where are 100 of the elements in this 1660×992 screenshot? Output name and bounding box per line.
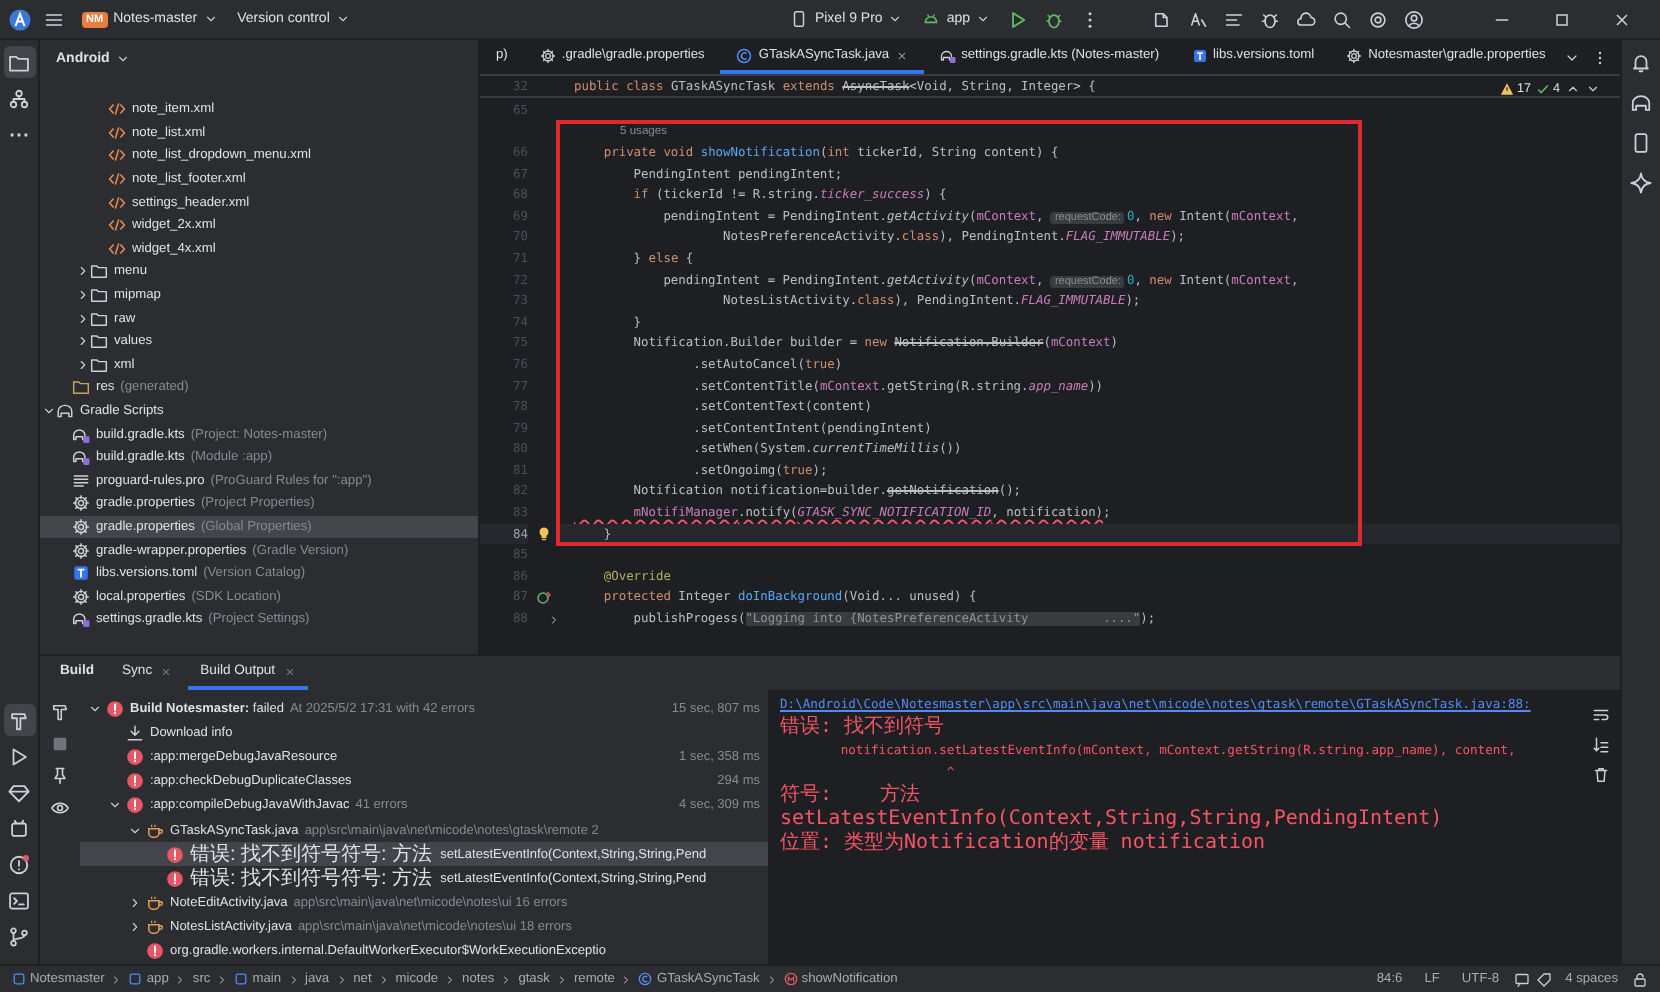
- chevron-down-icon[interactable]: [128, 823, 142, 838]
- method-icon: [783, 972, 798, 986]
- structure-icon: [8, 87, 30, 109]
- tool-window-button[interactable]: [3, 46, 35, 78]
- chevron-right-icon[interactable]: [75, 357, 89, 372]
- lock-icon[interactable]: [1632, 971, 1648, 987]
- bell-icon[interactable]: [1630, 52, 1652, 74]
- elephant-icon: [72, 425, 90, 444]
- code-tag-icon: [108, 146, 126, 165]
- pin-icon[interactable]: [50, 766, 70, 786]
- module-icon: [12, 972, 26, 986]
- cup-icon: [146, 918, 164, 937]
- chevron-right-icon[interactable]: [128, 896, 142, 911]
- branch-icon: [8, 925, 30, 947]
- search-icon[interactable]: [1332, 9, 1352, 29]
- chevron-right-icon[interactable]: [128, 920, 142, 935]
- android-icon: [922, 10, 941, 28]
- comment-icon[interactable]: [1513, 971, 1530, 987]
- list-icon[interactable]: [1224, 9, 1244, 29]
- cup-icon: [146, 821, 164, 840]
- cloud-icon[interactable]: [1296, 9, 1316, 29]
- warning-icon: [1500, 82, 1515, 96]
- caret-icon: [203, 12, 218, 26]
- chevron-down-icon[interactable]: [88, 701, 102, 716]
- text-file-icon: [72, 471, 90, 490]
- override-icon: [536, 589, 552, 606]
- phone-icon: [790, 10, 809, 28]
- error-message: 错误: 找不到符号: [780, 713, 945, 740]
- gear-icon: [72, 541, 90, 560]
- hammer-icon[interactable]: [50, 702, 70, 722]
- code-tag-icon: [108, 239, 126, 258]
- error-icon: [146, 942, 164, 961]
- error-icon: [126, 747, 144, 766]
- scroll-end-icon[interactable]: [1591, 736, 1609, 754]
- code-tag-icon: [108, 123, 126, 142]
- tool-window-button[interactable]: [3, 704, 35, 736]
- chevron-right-icon: [765, 973, 778, 985]
- arrow-down-icon: [1586, 82, 1600, 96]
- module-icon: [234, 972, 249, 986]
- chevron-right-icon: [110, 973, 123, 985]
- folder-icon: [8, 51, 30, 73]
- menu-icon[interactable]: [44, 9, 64, 29]
- caret-icon: [976, 12, 990, 26]
- chevron-right-icon[interactable]: [75, 311, 89, 326]
- chevron-right-icon[interactable]: [548, 613, 560, 626]
- cup-icon: [146, 894, 164, 913]
- tag-icon[interactable]: [1535, 971, 1552, 987]
- module-icon: [128, 972, 143, 986]
- caret-icon: [335, 12, 350, 26]
- phone-icon[interactable]: [1630, 132, 1652, 154]
- trash-icon[interactable]: [1591, 766, 1609, 784]
- close-icon[interactable]: [895, 49, 908, 61]
- console-line: 位置: 类型为Notification的变量 notification: [780, 832, 1268, 856]
- chevron-right-icon: [174, 973, 187, 985]
- gear-icon: [72, 517, 90, 536]
- app-logo-icon: [8, 7, 32, 31]
- chevron-right-icon: [335, 973, 348, 985]
- catalog-icon: [1191, 47, 1208, 63]
- chevron-down-icon[interactable]: [108, 798, 122, 813]
- chevron-right-icon[interactable]: [75, 264, 89, 279]
- code-tag-icon: [108, 216, 126, 235]
- chevron-right-icon: [444, 973, 457, 985]
- alert-icon: [8, 853, 30, 875]
- code-tag-icon: [108, 170, 126, 189]
- elephant-icon: [939, 47, 956, 63]
- settings-icon[interactable]: [1368, 9, 1388, 29]
- chevron-right-icon[interactable]: [75, 334, 89, 349]
- caret-icon: [888, 12, 903, 26]
- class-icon: [638, 972, 653, 986]
- class-icon: [736, 47, 753, 63]
- account-icon[interactable]: [1404, 9, 1424, 29]
- download-icon: [126, 723, 144, 742]
- bug-icon[interactable]: [1260, 9, 1280, 29]
- error-icon: [106, 699, 124, 718]
- sparkle-icon[interactable]: [1630, 172, 1652, 194]
- console-line: 符号: 方法 setLatestEventInfo(Context,String,String,PendingIntent): [780, 784, 1445, 831]
- gem-icon: [8, 781, 30, 803]
- elephant-icon: [56, 402, 74, 421]
- bug-icon[interactable]: [1044, 9, 1064, 29]
- gear-icon: [539, 47, 556, 63]
- play-icon: [8, 745, 30, 767]
- code-tag-icon: [108, 193, 126, 212]
- elephant-icon[interactable]: [1630, 92, 1652, 114]
- gear-icon: [72, 494, 90, 513]
- check-icon: [1536, 82, 1551, 96]
- chevron-right-icon: [287, 973, 299, 985]
- soft-wrap-icon[interactable]: [1591, 706, 1609, 724]
- chevron-right-icon: [620, 973, 633, 985]
- device-icon: [8, 817, 30, 839]
- chevron-right-icon: [555, 973, 568, 985]
- stop-icon[interactable]: [50, 734, 70, 754]
- chevron-down-icon[interactable]: [41, 404, 55, 419]
- chevron-right-icon: [216, 973, 229, 985]
- chevron-right-icon[interactable]: [75, 288, 89, 303]
- eye-icon[interactable]: [50, 798, 70, 818]
- run-icon[interactable]: [1008, 9, 1028, 29]
- maximize-icon[interactable]: [1552, 9, 1572, 29]
- catalog-icon: [72, 564, 90, 583]
- lightbulb-icon[interactable]: [536, 526, 552, 543]
- close-icon[interactable]: [1612, 9, 1632, 29]
